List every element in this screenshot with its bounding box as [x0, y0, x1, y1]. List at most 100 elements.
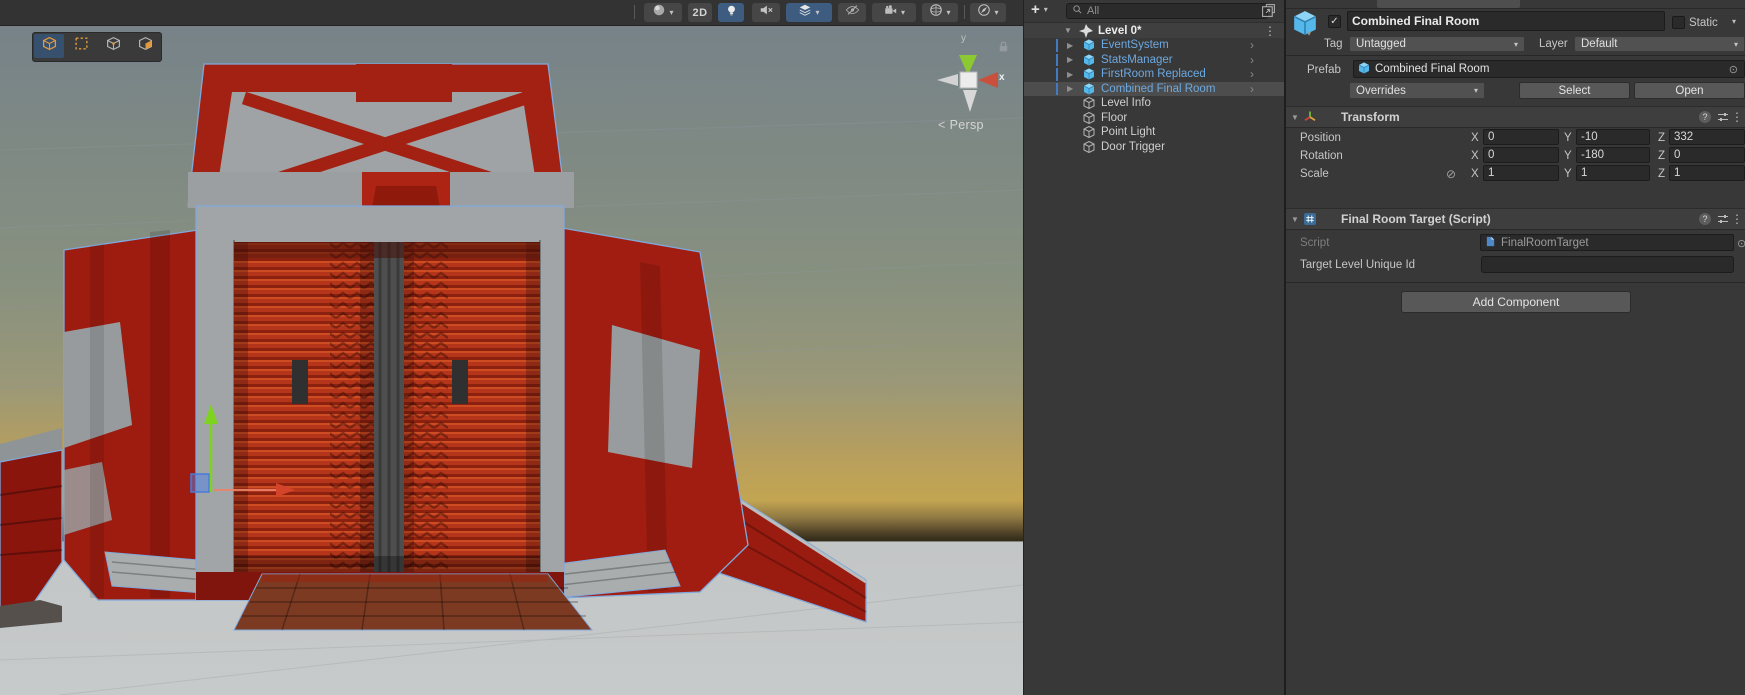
chevron-down-icon: ▾ [1734, 40, 1738, 49]
prefab-open-chevron[interactable]: › [1250, 39, 1254, 51]
scene-row-level0[interactable]: ▼ Level 0* ⋮ [1024, 23, 1284, 38]
scene-name: Level 0* [1098, 25, 1141, 37]
static-dropdown-icon[interactable]: ▾ [1732, 17, 1736, 26]
hierarchy-item-point-light[interactable]: Point Light [1024, 125, 1284, 140]
prefab-cube-icon [1083, 83, 1095, 95]
prefab-object-field[interactable]: Combined Final Room ⊙ [1353, 60, 1745, 78]
chevron-down-icon: ▾ [901, 9, 905, 17]
eye-slash-icon [845, 3, 860, 22]
draw-mode-button[interactable]: ▾ [644, 3, 682, 22]
effects-toggle-button[interactable]: ▾ [786, 3, 832, 22]
override-bar [1056, 54, 1058, 67]
pivot-cube-button[interactable] [34, 34, 64, 58]
presets-icon[interactable] [1716, 110, 1730, 124]
kebab-menu-icon[interactable]: ⋮ [1264, 24, 1276, 38]
object-picker-icon[interactable]: ⊙ [1729, 63, 1738, 76]
collapse-triangle-icon[interactable]: ▼ [1291, 113, 1299, 122]
overrides-dropdown[interactable]: Overrides ▾ [1349, 82, 1485, 99]
shaded-cube-button[interactable] [130, 34, 160, 58]
kebab-menu-icon[interactable]: ⋮ [1731, 212, 1743, 226]
perspective-toggle[interactable]: <Persp [938, 118, 984, 132]
camera-settings-button[interactable]: ▾ [872, 3, 916, 22]
2d-label: 2D [692, 7, 707, 19]
help-icon[interactable]: ? [1699, 213, 1711, 225]
chevron-down-icon: ▾ [1474, 86, 1478, 95]
axis-x-label: X [1471, 132, 1479, 144]
rotation-z-field[interactable]: 0 [1669, 147, 1745, 163]
collapse-triangle-icon[interactable]: ▼ [1064, 26, 1072, 35]
rotation-label: Rotation [1300, 150, 1343, 162]
axis-x-label: X [1471, 168, 1479, 180]
hidden-objects-button[interactable] [838, 3, 866, 22]
hierarchy-item-floor[interactable]: Floor [1024, 111, 1284, 126]
collapse-triangle-icon[interactable]: ▼ [1291, 215, 1299, 224]
layer-label: Layer [1539, 38, 1568, 50]
override-bar [1056, 68, 1058, 81]
scale-y-field[interactable]: 1 [1576, 165, 1650, 181]
expand-triangle-icon[interactable]: ▶ [1067, 84, 1073, 93]
dashed-rect-icon [74, 36, 89, 56]
prefab-open-chevron[interactable]: › [1250, 83, 1254, 95]
final-room-target-header[interactable]: ▼ Final Room Target (Script) ? ⋮ [1286, 208, 1745, 230]
position-z-field[interactable]: 332 [1669, 129, 1745, 145]
prefab-open-chevron[interactable]: › [1250, 54, 1254, 66]
expand-triangle-icon[interactable]: ▶ [1067, 55, 1073, 64]
static-checkbox[interactable] [1672, 16, 1685, 29]
item-label: EventSystem [1101, 39, 1169, 51]
create-object-button[interactable]: + ▾ [1031, 2, 1048, 17]
persp-text: Persp [950, 118, 984, 132]
lock-icon[interactable] [997, 40, 1010, 53]
add-component-button[interactable]: Add Component [1401, 291, 1631, 313]
hierarchy-item-combined-final-room[interactable]: ▶ Combined Final Room › [1024, 82, 1284, 97]
gizmos-button[interactable]: ▾ [922, 3, 958, 22]
constrain-proportions-icon[interactable]: ⊘ [1446, 167, 1456, 181]
target-level-unique-id-label: Target Level Unique Id [1300, 259, 1415, 271]
active-checkbox[interactable]: ✓ [1328, 15, 1341, 28]
expand-triangle-icon[interactable]: ▶ [1067, 41, 1073, 50]
item-label: Floor [1101, 112, 1127, 124]
script-object-field[interactable]: FinalRoomTarget [1480, 234, 1734, 251]
item-label: Point Light [1101, 126, 1155, 138]
hierarchy-item-statsmanager[interactable]: ▶ StatsManager › [1024, 53, 1284, 68]
help-icon[interactable]: ? [1699, 111, 1711, 123]
scene-3d-render[interactable] [0, 0, 1023, 695]
object-name-field[interactable]: Combined Final Room [1347, 11, 1665, 31]
position-y-field[interactable]: -10 [1576, 129, 1650, 145]
expand-triangle-icon[interactable]: ▶ [1067, 70, 1073, 79]
chevron-down-icon: ▾ [669, 9, 673, 17]
presets-icon[interactable] [1716, 212, 1730, 226]
layer-dropdown[interactable]: Default ▾ [1574, 36, 1745, 52]
2d-toggle-button[interactable]: 2D [688, 3, 712, 22]
open-button[interactable]: Open [1634, 82, 1745, 99]
icon-dropdown-triangle[interactable]: ▾ [1307, 29, 1311, 38]
tag-dropdown[interactable]: Untagged ▾ [1349, 36, 1525, 52]
position-x-field[interactable]: 0 [1483, 129, 1559, 145]
rotation-y-field[interactable]: -180 [1576, 147, 1650, 163]
axis-z-label: Z [1658, 132, 1665, 144]
hierarchy-item-eventsystem[interactable]: ▶ EventSystem › [1024, 38, 1284, 53]
rotation-x-field[interactable]: 0 [1483, 147, 1559, 163]
kebab-menu-icon[interactable]: ⋮ [1731, 110, 1743, 124]
audio-mute-button[interactable] [752, 3, 780, 22]
prefab-open-chevron[interactable]: › [1250, 68, 1254, 80]
hierarchy-search-input[interactable]: All [1066, 3, 1268, 19]
wire-cube-button[interactable] [98, 34, 128, 58]
target-level-unique-id-field[interactable] [1481, 256, 1734, 273]
hierarchy-item-door-trigger[interactable]: Door Trigger [1024, 140, 1284, 155]
scale-x-field[interactable]: 1 [1483, 165, 1559, 181]
scale-z-field[interactable]: 1 [1669, 165, 1745, 181]
lighting-toggle-button[interactable] [718, 3, 744, 22]
c-sharp-script-icon [1303, 212, 1317, 226]
rect-select-button[interactable] [66, 34, 96, 58]
view-options-button[interactable]: ▾ [970, 3, 1006, 22]
toolbar-drag-handle[interactable] [634, 5, 635, 19]
transform-header[interactable]: ▼ Transform ? ⋮ [1286, 106, 1745, 128]
hierarchy-item-firstroom-replaced[interactable]: ▶ FirstRoom Replaced › [1024, 67, 1284, 82]
scene-picker-icon[interactable] [1261, 3, 1276, 18]
object-picker-icon[interactable]: ⊙ [1737, 237, 1745, 250]
shaded-sphere-icon [652, 3, 666, 22]
hierarchy-item-level-info[interactable]: Level Info [1024, 96, 1284, 111]
gray-cube-icon [106, 36, 121, 56]
select-button[interactable]: Select [1519, 82, 1630, 99]
scene-view[interactable]: ▾ 2D ▾ [0, 0, 1023, 695]
